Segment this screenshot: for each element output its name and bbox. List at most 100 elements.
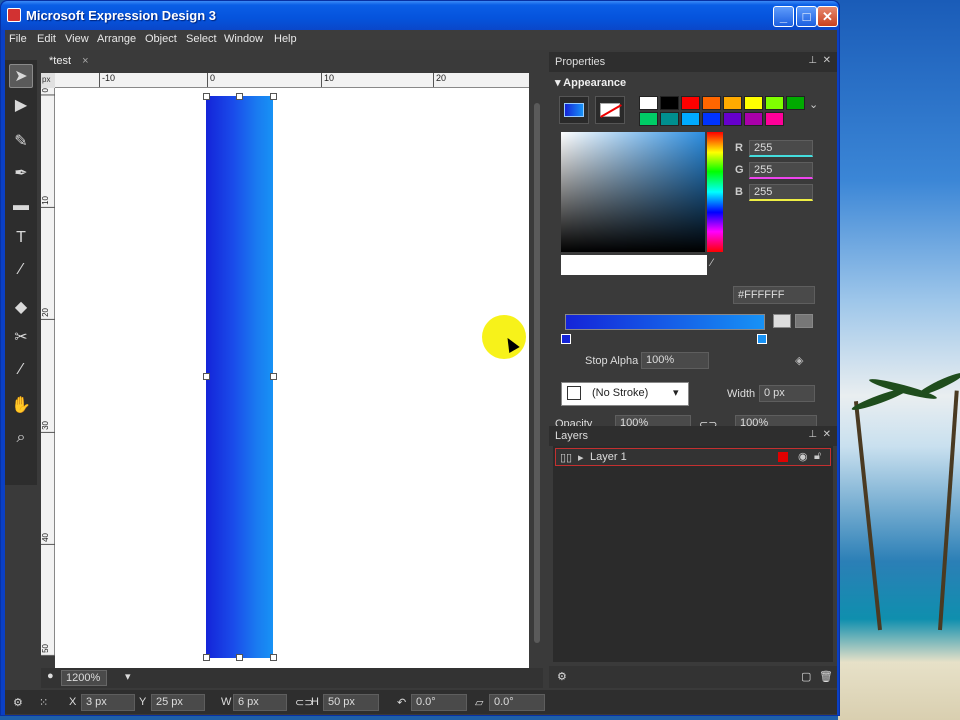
pin-icon[interactable]: ⊥ bbox=[808, 429, 817, 440]
close-icon[interactable]: ✕ bbox=[823, 55, 831, 66]
selection-handle[interactable] bbox=[270, 654, 277, 661]
lock-icon[interactable]: 🔓︎ bbox=[814, 450, 821, 463]
document-tabbar: *test × bbox=[41, 52, 541, 72]
text-icon[interactable]: T bbox=[9, 226, 33, 250]
menu-select[interactable]: Select bbox=[186, 33, 217, 45]
color-swatch[interactable] bbox=[765, 112, 784, 126]
reference-point-icon[interactable]: ⁙ bbox=[39, 696, 48, 709]
selection-handle[interactable] bbox=[203, 654, 210, 661]
gradient-stop-left[interactable] bbox=[561, 334, 571, 344]
menu-arrange[interactable]: Arrange bbox=[97, 33, 136, 45]
close-icon[interactable]: ✕ bbox=[823, 429, 831, 440]
stroke-swatch[interactable] bbox=[595, 96, 625, 124]
gradient-options-icon[interactable]: ◈ bbox=[795, 354, 803, 367]
direct-selection-icon[interactable]: ▶ bbox=[9, 94, 33, 118]
maximize-button[interactable]: □ bbox=[796, 6, 817, 27]
trash-icon[interactable]: 🗑︎ bbox=[819, 670, 833, 683]
layer-row[interactable]: ▯▯ ▸ Layer 1 ◉ 🔓︎ bbox=[555, 448, 831, 466]
color-swatch[interactable] bbox=[723, 112, 742, 126]
stroke-width-field[interactable]: 0 px bbox=[759, 385, 815, 402]
menu-object[interactable]: Object bbox=[145, 33, 177, 45]
visibility-eye-icon[interactable]: ◉ bbox=[798, 450, 808, 463]
color-field[interactable] bbox=[561, 132, 705, 252]
fill-swatch[interactable] bbox=[559, 96, 589, 124]
gradient-bar[interactable] bbox=[565, 314, 765, 330]
selection-handle[interactable] bbox=[236, 654, 243, 661]
selection-handle[interactable] bbox=[270, 93, 277, 100]
chevron-down-icon[interactable]: ▾ bbox=[125, 670, 131, 683]
hex-field[interactable]: #FFFFFF bbox=[733, 286, 815, 304]
color-swatch[interactable] bbox=[723, 96, 742, 110]
menu-window[interactable]: Window bbox=[224, 33, 263, 45]
rotation-field[interactable]: 0.0° bbox=[411, 694, 467, 711]
y-field[interactable]: 25 px bbox=[151, 694, 205, 711]
color-swatch[interactable] bbox=[660, 96, 679, 110]
width-label: Width bbox=[727, 388, 756, 400]
color-swatch[interactable] bbox=[660, 112, 679, 126]
selection-handle[interactable] bbox=[236, 93, 243, 100]
linear-gradient-icon[interactable] bbox=[773, 314, 791, 328]
pen-icon[interactable]: ✒ bbox=[9, 162, 33, 186]
selection-handle[interactable] bbox=[203, 373, 210, 380]
stop-alpha-field[interactable]: 100% bbox=[641, 352, 709, 369]
color-swatch[interactable] bbox=[681, 96, 700, 110]
color-swatch[interactable] bbox=[639, 112, 658, 126]
color-swatch[interactable] bbox=[765, 96, 784, 110]
stop-alpha-label: Stop Alpha bbox=[585, 355, 639, 367]
hue-slider[interactable] bbox=[707, 132, 723, 252]
color-swatch[interactable] bbox=[639, 96, 658, 110]
minimize-button[interactable]: _ bbox=[773, 6, 794, 27]
layer-name[interactable]: Layer 1 bbox=[590, 451, 627, 463]
artboard-canvas[interactable] bbox=[55, 88, 529, 668]
pin-icon[interactable]: ⊥ bbox=[808, 55, 817, 66]
layer-color-swatch[interactable] bbox=[778, 452, 788, 462]
menu-file[interactable]: File bbox=[9, 33, 27, 45]
height-field[interactable]: 50 px bbox=[323, 694, 379, 711]
menu-view[interactable]: View bbox=[65, 33, 89, 45]
scroll-thumb[interactable] bbox=[534, 103, 540, 643]
r-field[interactable]: 255 bbox=[749, 140, 813, 157]
color-swatch[interactable] bbox=[681, 112, 700, 126]
b-field[interactable]: 255 bbox=[749, 184, 813, 201]
appearance-section-header[interactable]: ▾ Appearance bbox=[549, 74, 825, 90]
zoom-icon[interactable]: ⌕ bbox=[9, 426, 33, 450]
color-picker-icon[interactable]: ⁄ bbox=[9, 358, 33, 382]
settings-gear-icon[interactable]: ⚙ bbox=[557, 670, 567, 683]
close-tab-icon[interactable]: × bbox=[82, 55, 88, 67]
chevron-down-icon[interactable]: ⌄ bbox=[809, 98, 819, 126]
selection-icon[interactable]: ➤ bbox=[9, 64, 33, 88]
color-swatch[interactable] bbox=[744, 96, 763, 110]
zoom-level-field[interactable]: 1200% bbox=[61, 670, 107, 686]
layers-header: Layers ⊥ ✕ bbox=[549, 426, 837, 446]
width-field[interactable]: 6 px bbox=[233, 694, 287, 711]
radial-gradient-icon[interactable] bbox=[795, 314, 813, 328]
selection-handle[interactable] bbox=[270, 373, 277, 380]
new-layer-icon[interactable]: ▢ bbox=[801, 670, 811, 683]
hand-icon[interactable]: ✋ bbox=[9, 394, 33, 418]
vertical-scrollbar[interactable] bbox=[531, 73, 543, 668]
g-field[interactable]: 255 bbox=[749, 162, 813, 179]
skew-field[interactable]: 0.0° bbox=[489, 694, 545, 711]
x-field[interactable]: 3 px bbox=[81, 694, 135, 711]
expand-arrow-icon[interactable]: ▸ bbox=[578, 451, 584, 464]
title-bar[interactable]: Microsoft Expression Design 3 _ □ ✕ bbox=[1, 1, 839, 30]
menu-help[interactable]: Help bbox=[274, 33, 297, 45]
color-swatch[interactable] bbox=[786, 96, 805, 110]
selection-handle[interactable] bbox=[203, 93, 210, 100]
document-tab[interactable]: *test × bbox=[43, 53, 95, 71]
color-swatch[interactable] bbox=[702, 96, 721, 110]
gradient-stop-right[interactable] bbox=[757, 334, 767, 344]
color-swatch[interactable] bbox=[744, 112, 763, 126]
settings-gear-icon[interactable]: ⚙ bbox=[13, 696, 23, 709]
eyedropper-icon[interactable]: ⁄ bbox=[711, 257, 713, 269]
menu-edit[interactable]: Edit bbox=[37, 33, 56, 45]
paintbrush-icon[interactable]: ✎ bbox=[9, 130, 33, 154]
eyedropper-icon[interactable]: ⁄ bbox=[9, 258, 33, 282]
scissors-icon[interactable]: ✂ bbox=[9, 326, 33, 350]
gradient-rectangle[interactable] bbox=[206, 96, 273, 658]
close-button[interactable]: ✕ bbox=[817, 6, 838, 27]
color-swatch[interactable] bbox=[702, 112, 721, 126]
rectangle-icon[interactable]: ▬ bbox=[9, 194, 33, 218]
chevron-down-icon[interactable]: ▾ bbox=[673, 386, 679, 399]
eraser-icon[interactable]: ◆ bbox=[9, 296, 33, 320]
